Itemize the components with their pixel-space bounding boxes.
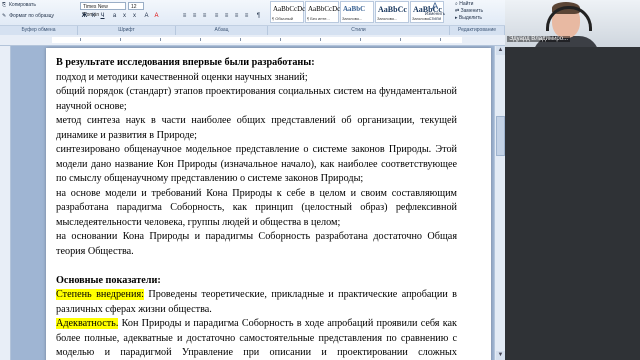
- align-center-icon[interactable]: ≡: [222, 12, 231, 21]
- format-painter-button[interactable]: Формат по образцу: [9, 13, 54, 19]
- group-label-clipboard: Буфер обмена: [0, 26, 78, 35]
- document-page[interactable]: В результате исследования впервые были р…: [46, 48, 491, 360]
- clipboard-row-1: ⎘ Копировать: [2, 2, 39, 8]
- style-no-spacing[interactable]: AaBbCcDc ¶ Без инте...: [305, 1, 341, 23]
- style-name: ¶ Обычный: [272, 16, 293, 21]
- justify-icon[interactable]: ≡: [242, 12, 251, 21]
- paragraph-6: на основании Кона Природы и парадигмы Со…: [56, 231, 457, 257]
- find-label: Найти: [459, 1, 474, 7]
- find-button[interactable]: ⌕ Найти: [455, 1, 483, 8]
- ruler-tick: [280, 38, 281, 41]
- video-panel: Эдуард Владимиро...: [505, 0, 640, 360]
- ruler-tick: [360, 38, 361, 41]
- select-button[interactable]: ▸ Выделить: [455, 15, 483, 22]
- style-normal[interactable]: AaBbCcDc ¶ Обычный: [270, 1, 306, 23]
- paragraph-mark-icon[interactable]: ¶: [254, 12, 263, 21]
- ruler-tick: [120, 38, 121, 41]
- ribbon: ⎘ Копировать ✎ Формат по образцу Times N…: [0, 0, 505, 35]
- ruler-tick: [80, 38, 81, 41]
- scroll-down-icon[interactable]: ▼: [496, 351, 505, 360]
- style-preview: AaBbCc: [378, 5, 407, 14]
- font-size-box[interactable]: 12: [128, 2, 144, 10]
- style-heading-2[interactable]: AaBbCc Заголово...: [375, 1, 409, 23]
- underline-icon[interactable]: Ч: [98, 12, 107, 21]
- align-left-icon[interactable]: ≡: [212, 12, 221, 21]
- change-styles-label: Изменить стили: [424, 11, 446, 21]
- font-name-box[interactable]: Times New Roman: [80, 2, 126, 18]
- paragraph-5: на основе модели и требований Кона Приро…: [56, 187, 457, 228]
- paragraph-4: синтезировано общенаучное модельное пред…: [56, 144, 457, 184]
- ruler-tick: [320, 38, 321, 41]
- replace-button[interactable]: ⇄ Заменить: [455, 8, 483, 15]
- ruler-tick: [200, 38, 201, 41]
- style-preview: AaBbCcDc: [273, 5, 306, 13]
- paragraph-3: метод синтеза наук в части наиболее общи…: [56, 115, 457, 141]
- highlighted-label-implementation: Степень внедрения:: [56, 289, 144, 300]
- highlighted-label-adequacy: Адекватность.: [56, 318, 119, 329]
- format-painter-icon[interactable]: ✎: [2, 13, 6, 19]
- clipboard-row-2: ✎ Формат по образцу: [2, 13, 57, 19]
- document-body[interactable]: В результате исследования впервые были р…: [56, 56, 457, 360]
- numbering-icon[interactable]: ≡: [190, 12, 199, 21]
- bullets-icon[interactable]: ≡: [180, 12, 189, 21]
- select-label: Выделить: [458, 15, 482, 21]
- document-workspace[interactable]: В результате исследования впервые были р…: [11, 46, 505, 360]
- ruler-tick: [440, 38, 441, 41]
- heading-indicators: Основные показатели:: [56, 274, 161, 286]
- copy-icon[interactable]: ⎘: [2, 2, 6, 8]
- superscript-icon[interactable]: x: [130, 12, 139, 21]
- style-name: ¶ Без инте...: [307, 16, 330, 21]
- paragraph-implementation: Степень внедрения: Проведены теоретическ…: [56, 288, 457, 317]
- font-color-icon[interactable]: A: [152, 12, 161, 21]
- bold-icon[interactable]: Ж: [80, 12, 89, 21]
- strikethrough-icon[interactable]: a: [110, 12, 119, 21]
- horizontal-ruler[interactable]: [0, 35, 505, 46]
- group-label-paragraph: Абзац: [176, 26, 268, 35]
- text-effects-icon[interactable]: A: [142, 12, 151, 21]
- replace-label: Заменить: [460, 8, 484, 14]
- styles-gallery: AaBbCcDc ¶ Обычный AaBbCcDc ¶ Без инте..…: [270, 1, 445, 23]
- ribbon-group-labels: Буфер обмена Шрифт Абзац Стили Редактиро…: [0, 25, 505, 35]
- ruler-tick: [160, 38, 161, 41]
- group-label-editing: Редактирование: [450, 26, 505, 35]
- align-right-icon[interactable]: ≡: [232, 12, 241, 21]
- style-name: Заголово...: [342, 16, 363, 21]
- ruler-tick: [400, 38, 401, 41]
- participant-name: Эдуард Владимиро...: [507, 36, 571, 42]
- paragraph-1: подход и методики качественной оценки на…: [56, 71, 308, 83]
- group-label-styles: Стили: [268, 26, 450, 35]
- style-preview: AaBbC: [343, 5, 366, 13]
- change-styles-icon: A: [431, 1, 438, 11]
- paragraph-2: общий порядок (стандарт) этапов проектир…: [56, 86, 457, 112]
- copy-button[interactable]: Копировать: [9, 2, 36, 8]
- subscript-icon[interactable]: x: [120, 12, 129, 21]
- change-styles-button[interactable]: A Изменить стили: [420, 1, 450, 23]
- scroll-up-icon[interactable]: ▲: [496, 46, 505, 55]
- italic-icon[interactable]: К: [89, 12, 98, 21]
- style-preview: AaBbCcDc: [308, 5, 341, 13]
- heading-developed: В результате исследования впервые были р…: [56, 57, 315, 68]
- group-label-font: Шрифт: [78, 26, 176, 35]
- ruler-tick: [240, 38, 241, 41]
- scroll-thumb[interactable]: [496, 116, 505, 156]
- participant-video: Эдуард Владимиро...: [505, 0, 640, 47]
- editing-group: ⌕ Найти ⇄ Заменить ▸ Выделить: [455, 1, 483, 22]
- multilevel-list-icon[interactable]: ≡: [200, 12, 209, 21]
- vertical-ruler[interactable]: [0, 46, 11, 360]
- style-heading-1[interactable]: AaBbC Заголово...: [340, 1, 374, 23]
- paragraph-adequacy: Адекватность. Кон Природы и парадигма Со…: [56, 317, 457, 360]
- style-name: Заголово...: [377, 16, 398, 21]
